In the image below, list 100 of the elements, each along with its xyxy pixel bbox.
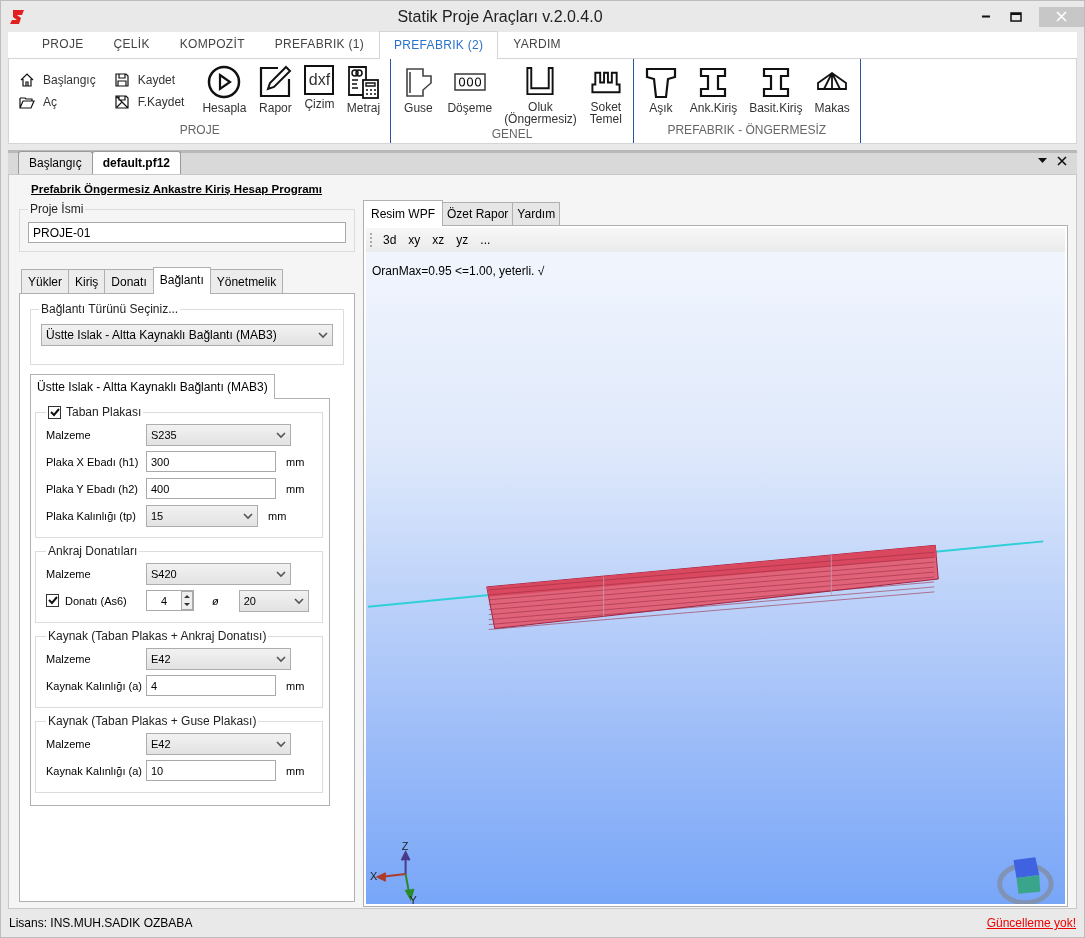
ribbon-button[interactable]: Döşeme [443,63,497,125]
form-heading: Prefabrik Öngermesiz Ankastre Kiriş Hesap Programı [30,182,324,197]
field-label: Kaynak Kalınlığı (a) [46,763,143,779]
close-icon [1056,11,1067,22]
unit-label: mm [268,508,287,524]
dropdown[interactable]: 20 [238,589,309,612]
ribbon-button[interactable]: Makas [810,63,854,121]
result-text: OranMax=0.95 <=1.00, yeterli. √ [371,263,546,280]
input-field[interactable]: 400 [146,478,276,500]
ribbon-group-title: GENEL [490,126,534,143]
project-name-field[interactable]: PROJE-01 [28,222,346,244]
spinner-arrows-icon[interactable] [181,591,193,611]
checkmark-icon [49,407,60,417]
chevron-down-icon [276,430,286,439]
ribbon-button[interactable]: Rapor [254,63,297,121]
field-label: Malzeme [46,651,92,667]
number-spinner[interactable]: 4 [146,590,194,612]
section-label: Kaynak (Taban Plakas + Ankraj Donatısı) [47,629,268,644]
3d-viewport[interactable]: OranMax=0.95 <=1.00, yeterli. √ X Y Z [366,252,1065,904]
t-beam-icon [643,65,678,99]
unit-label: mm [286,454,305,470]
ribbon-button[interactable]: Aç [15,93,100,111]
unit-label: mm [286,481,305,497]
view-tab[interactable]: Özet Rapor [442,202,514,225]
checkbox[interactable] [46,594,59,608]
folder-icon [19,94,35,110]
section-label: Kaynak (Taban Plakas + Guse Plakası) [47,714,258,729]
license-text: Lisans: INS.MUH.SADIK OZBABA [9,915,193,932]
menu-tab[interactable]: KOMPOZİT [164,30,260,58]
unit-label: mm [286,763,305,779]
group-label: Bağlantı Türünü Seçiniz... [40,302,180,317]
checkbox[interactable] [48,405,61,419]
section-label: Taban Plakası [66,405,142,420]
menu-tab[interactable]: ÇELİK [98,30,165,58]
ribbon-group-title: PROJE [178,122,221,139]
chevron-down-icon [276,569,286,578]
chevron-down-icon [243,511,253,520]
ribbon-button[interactable]: Kaydet [109,71,189,89]
menu-tab[interactable]: PREFABRIK (2) [379,31,499,59]
dropdown[interactable]: E42 [146,732,291,755]
house-icon [19,72,35,88]
toolbar-button[interactable]: yz [451,231,474,249]
update-link[interactable]: Güncelleme yok! [986,914,1076,932]
ribbon-button[interactable]: Ank.Kiriş [685,63,742,121]
document-tab[interactable]: default.pf12 [91,151,182,174]
toolbar-button[interactable]: 3d [378,231,402,249]
field-label: Plaka Kalınlığı (tp) [46,508,137,524]
maximize-icon [1010,11,1022,22]
ribbon-button[interactable]: Soket Temel [584,63,627,125]
section-tab[interactable]: Üstte Islak - Altta Kaynaklı Bağlantı (MAB3) [30,374,275,400]
window-title: Statik Proje Araçları v.2.0.4.0 [396,6,604,27]
ribbon-button[interactable]: Başlangıç [15,71,100,89]
ribbon-button[interactable]: Guse [397,63,440,125]
ribbon-button[interactable]: Hesapla [198,63,251,121]
menu-tab[interactable]: YARDIM [498,30,576,58]
dropdown[interactable]: Üstte Islak - Altta Kaynaklı Bağlantı (MAB3) [41,324,333,347]
group-label: Proje İsmi [29,202,85,217]
ribbon-button[interactable]: Metraj [342,63,385,121]
form-tab[interactable]: Donatı [104,269,154,294]
dropdown[interactable]: S235 [146,423,291,446]
pencil-square-icon [258,65,293,99]
view-tab[interactable]: Yardım [512,202,561,225]
form-tab[interactable]: Yönetmelik [209,269,284,294]
field-label: Plaka X Ebadı (h1) [46,454,140,470]
ribbon-button[interactable]: F.Kaydet [109,93,189,111]
ribbon-button[interactable]: Oluk (Öngermesiz) [500,63,581,125]
unit-label: mm [286,678,305,694]
input-field[interactable]: 10 [146,760,276,782]
menu-tab[interactable]: PREFABRIK (1) [259,30,380,58]
menu-tab[interactable]: PROJE [27,30,99,58]
chevron-down-icon [276,654,286,663]
field-label: Malzeme [46,427,92,443]
document-tab[interactable]: Başlangıç [18,151,93,174]
ribbon-button[interactable]: Aşık [639,63,682,121]
checkmark-icon [47,596,58,606]
axis-label: Y [409,893,417,904]
toolbar-button[interactable]: xy [403,231,426,249]
ribbon-button[interactable]: Basit.Kiriş [745,63,807,121]
dropdown[interactable]: S420 [146,562,291,585]
form-tab[interactable]: Kiriş [68,269,106,294]
input-field[interactable]: 4 [146,675,276,697]
form-tab[interactable]: Bağlantı [152,267,211,295]
section-label: Ankraj Donatıları [47,544,139,559]
dropdown[interactable]: 15 [146,504,258,527]
view-tab[interactable]: Resim WPF [363,200,443,226]
axis-triad-drawing [375,850,415,902]
toolbar-button[interactable]: ... [475,231,496,249]
input-field[interactable]: 300 [146,451,276,473]
chevron-down-icon [318,331,328,340]
toolbar-button[interactable]: xz [427,231,450,249]
minimize-icon [981,15,991,18]
dropdown[interactable]: E42 [146,647,291,670]
form-tab[interactable]: Yükler [21,269,69,294]
caret-icon [1037,158,1047,164]
field-label: Malzeme [46,736,92,752]
close-icon [1057,156,1067,166]
chevron-down-icon [276,739,286,748]
ribbon-button[interactable]: dxf Çizim [300,63,339,121]
ribbon-group-title: PREFABRIK - ÖNGERMESİZ [666,122,828,139]
view-cube-icon [997,857,1054,904]
